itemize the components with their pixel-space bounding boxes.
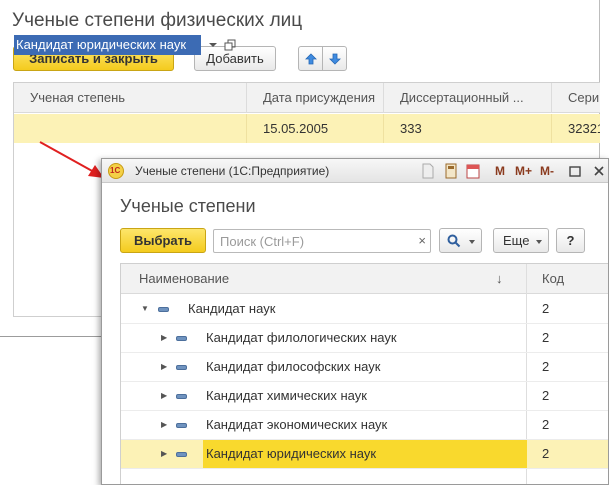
degrees-selection-dialog: 1С Ученые степени (1С:Предприятие) M M+ … bbox=[101, 158, 609, 485]
table-row[interactable]: 15.05.2005 333 32321 bbox=[14, 114, 600, 143]
item-code: 2 bbox=[542, 388, 550, 403]
item-icon bbox=[176, 365, 187, 370]
select-button[interactable]: Выбрать bbox=[120, 228, 206, 253]
item-code: 2 bbox=[542, 330, 550, 345]
column-header-degree[interactable]: Ученая степень bbox=[14, 83, 247, 113]
group-icon bbox=[158, 307, 169, 312]
degree-input[interactable]: Кандидат юридических наук bbox=[14, 35, 201, 55]
list-item-selected[interactable]: ▶ Кандидат юридических наук 2 bbox=[121, 440, 608, 469]
item-code: 2 bbox=[542, 417, 550, 432]
collapsed-triangle-icon[interactable]: ▶ bbox=[161, 382, 167, 410]
item-icon bbox=[176, 394, 187, 399]
dialog-titlebar[interactable]: 1С Ученые степени (1С:Предприятие) M M+ … bbox=[102, 159, 608, 183]
move-up-button[interactable] bbox=[298, 46, 323, 71]
table-header: Ученая степень Дата присуждения Диссерта… bbox=[14, 83, 600, 113]
chevron-down-icon bbox=[536, 240, 542, 244]
collapsed-triangle-icon[interactable]: ▶ bbox=[161, 353, 167, 381]
window-title: Ученые степени (1С:Предприятие) bbox=[135, 164, 330, 178]
expanded-triangle-icon[interactable]: ▼ bbox=[141, 295, 149, 323]
table-header: Наименование ↓ Код bbox=[121, 264, 608, 294]
list-item[interactable]: ▼ Кандидат наук 2 bbox=[121, 295, 608, 324]
council-cell[interactable]: 333 bbox=[384, 114, 552, 143]
item-name: Кандидат юридических наук bbox=[203, 440, 527, 468]
item-code: 2 bbox=[542, 301, 550, 316]
item-name: Кандидат наук bbox=[188, 301, 276, 316]
column-header-series[interactable]: Сери bbox=[552, 83, 600, 113]
item-code: 2 bbox=[542, 446, 550, 461]
calculator-icon[interactable] bbox=[444, 163, 458, 179]
item-code: 2 bbox=[542, 359, 550, 374]
series-cell[interactable]: 32321 bbox=[552, 114, 600, 143]
list-item[interactable]: ▶ Кандидат экономических наук 2 bbox=[121, 411, 608, 440]
close-icon[interactable] bbox=[592, 163, 606, 179]
divider bbox=[0, 336, 103, 337]
collapsed-triangle-icon[interactable]: ▶ bbox=[161, 324, 167, 352]
collapsed-triangle-icon[interactable]: ▶ bbox=[161, 411, 167, 439]
column-header-date[interactable]: Дата присуждения bbox=[247, 83, 384, 113]
column-header-code[interactable]: Код bbox=[542, 264, 564, 294]
list-item[interactable]: ▶ Кандидат филологических наук 2 bbox=[121, 324, 608, 353]
calendar-icon[interactable] bbox=[466, 163, 480, 179]
memory-minus-button[interactable]: M- bbox=[540, 163, 554, 179]
clear-search-button[interactable]: × bbox=[418, 233, 426, 248]
sort-down-icon[interactable]: ↓ bbox=[496, 264, 503, 294]
document-icon[interactable] bbox=[421, 163, 435, 179]
open-item-button[interactable] bbox=[222, 37, 238, 53]
search-input[interactable] bbox=[214, 230, 412, 252]
search-box: × bbox=[213, 229, 431, 253]
dialog-title: Ученые степени bbox=[120, 196, 256, 216]
help-button[interactable]: ? bbox=[556, 228, 585, 253]
item-icon bbox=[176, 423, 187, 428]
list-item[interactable]: ▶ Кандидат философских наук 2 bbox=[121, 353, 608, 382]
date-cell[interactable]: 15.05.2005 bbox=[247, 114, 384, 143]
1c-logo-icon: 1С bbox=[108, 163, 124, 179]
move-down-button[interactable] bbox=[322, 46, 347, 71]
column-header-name[interactable]: Наименование bbox=[139, 264, 229, 294]
item-name: Кандидат филологических наук bbox=[206, 330, 397, 345]
more-button[interactable]: Еще bbox=[493, 228, 549, 253]
list-item[interactable]: ▶ Кандидат химических наук 2 bbox=[121, 382, 608, 411]
restore-window-icon[interactable] bbox=[568, 163, 582, 179]
item-icon bbox=[176, 452, 187, 457]
chevron-down-icon bbox=[469, 240, 475, 244]
more-button-label: Еще bbox=[503, 233, 530, 248]
arrow-up-icon bbox=[305, 53, 317, 65]
chevron-down-icon bbox=[209, 43, 217, 47]
open-window-icon bbox=[224, 39, 236, 51]
collapsed-triangle-icon[interactable]: ▶ bbox=[161, 440, 167, 468]
item-name: Кандидат философских наук bbox=[206, 359, 381, 374]
degrees-tree-list: Наименование ↓ Код ▼ Кандидат наук 2 ▶ К… bbox=[120, 263, 608, 484]
item-name: Кандидат химических наук bbox=[206, 388, 367, 403]
item-icon bbox=[176, 336, 187, 341]
column-header-council[interactable]: Диссертационный ... bbox=[384, 83, 552, 113]
arrow-down-icon bbox=[329, 53, 341, 65]
degree-dropdown-button[interactable] bbox=[205, 35, 221, 55]
search-button[interactable] bbox=[439, 228, 482, 253]
memory-button[interactable]: M bbox=[495, 163, 505, 179]
memory-plus-button[interactable]: M+ bbox=[515, 163, 532, 179]
item-name: Кандидат экономических наук bbox=[206, 417, 388, 432]
page-title: Ученые степени физических лиц bbox=[12, 10, 303, 31]
degree-cell-bg bbox=[14, 114, 247, 143]
search-icon bbox=[447, 234, 461, 248]
